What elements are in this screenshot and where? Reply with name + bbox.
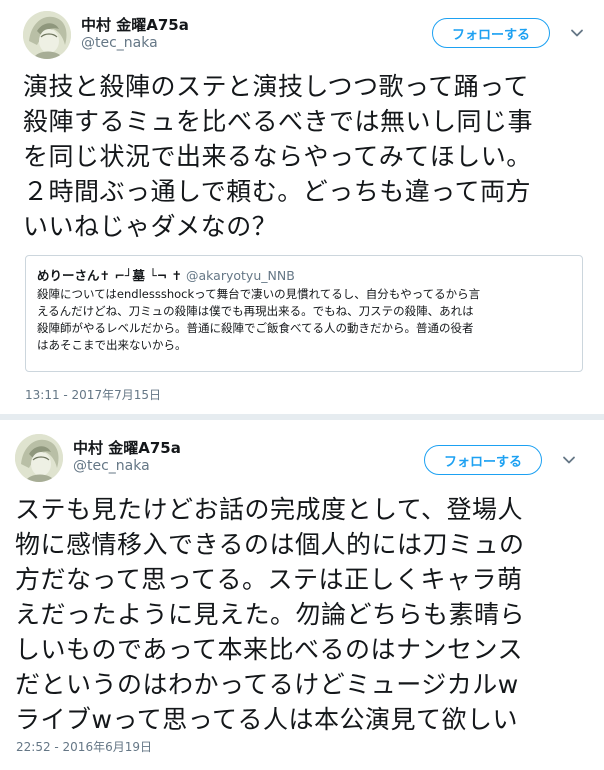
user-handle[interactable]: @tec_naka: [73, 458, 150, 474]
avatar-illustration: [23, 11, 71, 59]
quoted-text-line: はあそこまで出来ないから。: [37, 338, 187, 352]
tweet-text-line: えだったように見えた。勿論どちらも素晴ら: [15, 600, 526, 629]
quoted-display-name: めりーさん✝ ⌐┘墓 └¬ ✝: [37, 268, 183, 283]
tweet-text: 演技と殺陣のステと演技しつつ歌って踊って 殺陣するミュを比べるべきでは無いし同じ…: [23, 69, 533, 244]
follow-button[interactable]: フォローする: [432, 18, 550, 48]
tweet-text-line: 演技と殺陣のステと演技しつつ歌って踊って: [23, 72, 530, 101]
tweet-text-line: ２時間ぶっ通しで頼む。どっちも違って両方: [23, 177, 532, 206]
avatar-illustration: [15, 434, 63, 482]
avatar[interactable]: [23, 11, 71, 59]
quoted-text-line: 殺陣師がやるレベルだから。普通に殺陣でご飯食べてる人の動きだから。普通の役者: [37, 321, 474, 335]
follow-button[interactable]: フォローする: [424, 445, 542, 475]
tweet-text-line: しいものであって本来比べるのはナンセンス: [15, 635, 524, 664]
tweet-text-line: 殺陣するミュを比べるべきでは無いし同じ事: [23, 107, 534, 136]
tweet-2: 中村 金曜A75a @tec_naka フォローする ステも見たけどお話の完成度…: [0, 421, 604, 770]
quoted-text-line: えるんだけどね、刀ミュの殺陣は僕でも再現出来る。でもね、刀ステの殺陣、あれは: [37, 304, 474, 318]
chevron-down-icon[interactable]: [562, 453, 576, 467]
tweet-text-line: 物に感情移入できるのは個人的には刀ミュの: [15, 530, 525, 559]
timestamp[interactable]: 13:11 - 2017年7月15日: [25, 386, 161, 403]
tweet-text: ステも見たけどお話の完成度として、登場人 物に感情移入できるのは個人的には刀ミュ…: [15, 492, 525, 737]
divider: [0, 414, 604, 420]
quoted-text-line: 殺陣についてはendlessshockって舞台で凄いの見慣れてるし、自分もやって…: [37, 287, 481, 301]
avatar[interactable]: [15, 434, 63, 482]
tweet-text-line: だというのはわかってるけどミュージカルw: [15, 670, 519, 699]
display-name[interactable]: 中村 金曜A75a: [73, 437, 181, 458]
tweet-text-line: いいねじゃダメなの？: [23, 212, 278, 241]
quoted-tweet-header: めりーさん✝ ⌐┘墓 └¬ ✝ @akaryotyu_NNB: [37, 265, 295, 284]
chevron-down-icon[interactable]: [570, 26, 584, 40]
quoted-user-handle: @akaryotyu_NNB: [186, 268, 295, 283]
quoted-tweet-text: 殺陣についてはendlessshockって舞台で凄いの見慣れてるし、自分もやって…: [37, 286, 571, 354]
user-handle[interactable]: @tec_naka: [81, 35, 158, 51]
display-name[interactable]: 中村 金曜A75a: [81, 14, 189, 35]
tweet-1: 中村 金曜A75a @tec_naka フォローする 演技と殺陣のステと演技しつ…: [0, 0, 604, 412]
tweet-text-line: ライブwって思ってる人は本公演見て欲しい: [15, 705, 518, 734]
quoted-tweet[interactable]: めりーさん✝ ⌐┘墓 └¬ ✝ @akaryotyu_NNB 殺陣についてはen…: [25, 255, 583, 372]
timestamp[interactable]: 22:52 - 2016年6月19日: [16, 738, 152, 755]
tweet-text-line: 方だなって思ってる。ステは正しくキャラ萌: [15, 565, 523, 594]
tweet-text-line: を同じ状況で出来るならやってみてほしい。: [23, 142, 532, 171]
tweet-text-line: ステも見たけどお話の完成度として、登場人: [15, 495, 524, 524]
